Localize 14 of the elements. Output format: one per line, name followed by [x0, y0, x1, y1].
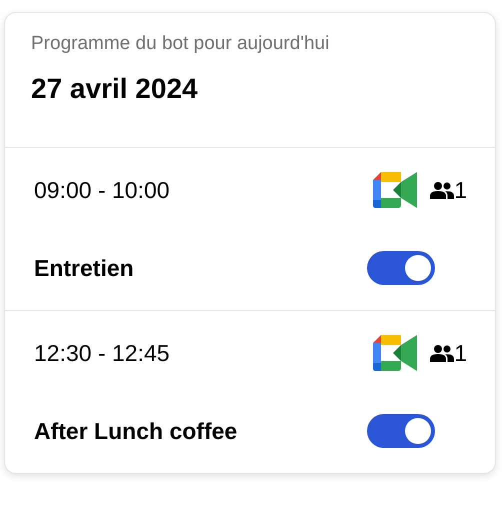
attendee-count: 1	[454, 340, 467, 366]
schedule-subtitle: Programme du bot pour aujourd'hui	[31, 33, 330, 55]
video-camera-icon	[373, 335, 418, 371]
event-name: Entretien	[34, 254, 134, 282]
people-icon	[430, 181, 454, 199]
event-time: 12:30 - 12:45	[34, 340, 170, 366]
attendee-count: 1	[454, 176, 467, 204]
event-name: After Lunch coffee	[34, 418, 238, 444]
schedule-date: 27 avril 2024	[31, 73, 199, 105]
toggle-switch[interactable]	[367, 251, 435, 285]
toggle-switch[interactable]	[367, 414, 435, 448]
event-time: 09:00 - 10:00	[34, 176, 170, 204]
people-icon	[430, 344, 454, 362]
video-camera-icon	[373, 172, 418, 208]
